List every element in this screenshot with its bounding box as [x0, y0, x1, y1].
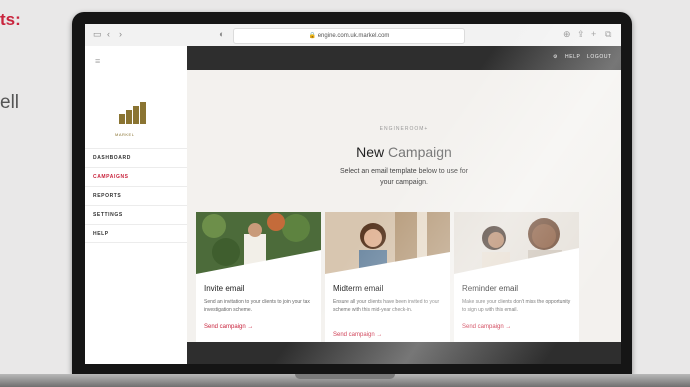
sidebar-item-reports[interactable]: REPORTS — [85, 186, 187, 205]
page-subtitle: Select an email template below to use fo… — [187, 166, 621, 188]
main-content: ENGINEROOM+ New Campaign Select an email… — [187, 70, 621, 349]
sidebar: ≡ MARKEL DASHBOARD CAMPAIGNS REPORTS SET… — [85, 46, 188, 364]
markel-logo — [119, 102, 147, 130]
download-icon[interactable]: ⊕ — [563, 29, 571, 40]
slide-heading-fragment: ts: — [0, 10, 21, 29]
sidebar-item-help[interactable]: HELP — [85, 224, 187, 243]
logout-link[interactable]: LOGOUT — [587, 54, 612, 60]
page-title-strong: New — [356, 144, 385, 160]
page-title: New Campaign — [187, 144, 621, 160]
reminder-send-campaign-link[interactable]: Send campaign → — [462, 324, 511, 330]
logo-text: MARKEL — [115, 132, 135, 137]
help-link[interactable]: HELP — [565, 54, 580, 60]
invite-email-title: Invite email — [204, 284, 245, 293]
sidebar-toggle-icon[interactable]: ▭ — [93, 29, 102, 40]
invite-email-image — [196, 212, 321, 274]
url-bar[interactable]: 🔒 engine.com.uk.markel.com — [233, 28, 465, 44]
midterm-email-image — [325, 212, 450, 274]
midterm-email-description: Ensure all your clients have been invite… — [333, 299, 440, 313]
laptop-notch — [295, 374, 395, 379]
invite-email-description: Send an invitation to your clients to jo… — [204, 299, 310, 313]
sidebar-nav: DASHBOARD CAMPAIGNS REPORTS SETTINGS HEL… — [85, 148, 187, 243]
page-title-light: Campaign — [388, 144, 452, 160]
footer-bar — [187, 342, 621, 364]
invite-send-campaign-link[interactable]: Send campaign → — [204, 324, 253, 330]
settings-icon[interactable]: ⚙ — [553, 54, 558, 60]
reminder-email-card[interactable]: Reminder email Make sure your clients do… — [454, 212, 579, 349]
product-kicker: ENGINEROOM+ — [379, 126, 429, 132]
sidebar-item-dashboard[interactable]: DASHBOARD — [85, 148, 187, 167]
slide-body-fragment: ell — [0, 92, 20, 113]
lock-icon: 🔒 — [308, 33, 317, 39]
menu-icon[interactable]: ≡ — [95, 56, 100, 66]
reminder-email-title: Reminder email — [462, 284, 519, 293]
top-bar: ⚙ HELP LOGOUT — [187, 46, 621, 70]
sidebar-item-campaigns[interactable]: CAMPAIGNS — [85, 167, 187, 186]
midterm-email-card[interactable]: Midterm email Ensure all your clients ha… — [325, 212, 450, 349]
reminder-email-image — [454, 212, 579, 274]
reminder-email-description: Make sure your clients don't miss the op… — [462, 299, 571, 313]
url-text: engine.com.uk.markel.com — [317, 33, 390, 39]
browser-toolbar: ▭ ‹ › ◐ 🔒 engine.com.uk.markel.com ⊕ ⇪ +… — [85, 24, 621, 47]
theme-icon[interactable]: ◐ — [219, 29, 224, 39]
midterm-send-campaign-link[interactable]: Send campaign → — [333, 332, 382, 338]
new-tab-icon[interactable]: + — [591, 29, 596, 39]
laptop-screen: ▭ ‹ › ◐ 🔒 engine.com.uk.markel.com ⊕ ⇪ +… — [85, 24, 621, 364]
back-icon[interactable]: ‹ — [107, 29, 110, 39]
sidebar-item-settings[interactable]: SETTINGS — [85, 205, 187, 224]
forward-icon[interactable]: › — [119, 29, 122, 39]
share-icon[interactable]: ⇪ — [577, 29, 585, 40]
tabs-icon[interactable]: ⧉ — [605, 29, 611, 40]
subtitle-line-1: Select an email template below to use fo… — [339, 168, 468, 175]
invite-email-card[interactable]: Invite email Send an invitation to your … — [196, 212, 321, 349]
subtitle-line-2: your campaign. — [380, 179, 428, 186]
midterm-email-title: Midterm email — [333, 284, 384, 293]
